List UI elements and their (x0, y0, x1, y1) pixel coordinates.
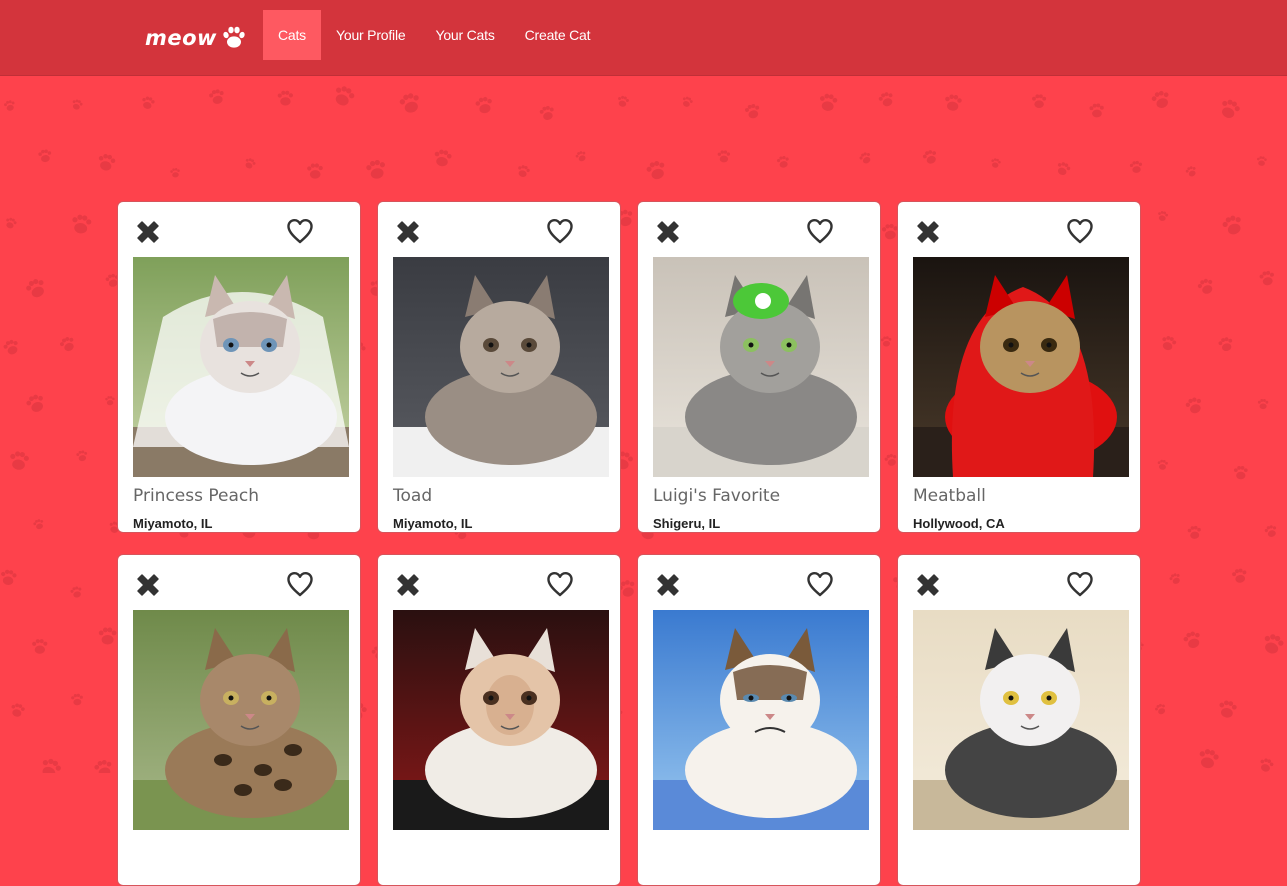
close-icon[interactable] (135, 572, 161, 598)
heart-icon[interactable] (805, 216, 835, 246)
close-icon[interactable] (135, 219, 161, 245)
cat-card (117, 554, 361, 886)
top-navbar: meow Cats Your Profile Your Cats Create … (0, 0, 1287, 76)
cat-photo (393, 257, 609, 477)
heart-icon[interactable] (1065, 569, 1095, 599)
cat-photo (653, 610, 869, 830)
cat-location: Miyamoto, IL (393, 516, 473, 531)
cat-card: Meatball Hollywood, CA (897, 201, 1141, 533)
cat-card (637, 554, 881, 886)
cat-location: Miyamoto, IL (133, 516, 213, 531)
paw-icon (223, 26, 245, 48)
close-icon[interactable] (655, 219, 681, 245)
cat-photo (653, 257, 869, 477)
nav-cats[interactable]: Cats (263, 10, 321, 60)
cat-card: Luigi's Favorite Shigeru, IL (637, 201, 881, 533)
cat-photo (133, 257, 349, 477)
nav-your-cats[interactable]: Your Cats (420, 10, 509, 60)
brand-name: meow (145, 26, 217, 50)
cat-name: Princess Peach (133, 486, 260, 506)
close-icon[interactable] (395, 572, 421, 598)
nav-create-cat[interactable]: Create Cat (510, 10, 606, 60)
main-nav: Cats Your Profile Your Cats Create Cat (263, 10, 605, 60)
brand-logo-link[interactable]: meow (145, 20, 247, 56)
cat-location: Shigeru, IL (653, 516, 721, 531)
heart-icon[interactable] (805, 569, 835, 599)
heart-icon[interactable] (1065, 216, 1095, 246)
nav-your-profile[interactable]: Your Profile (321, 10, 420, 60)
cat-card (377, 554, 621, 886)
close-icon[interactable] (395, 219, 421, 245)
cat-photo (913, 257, 1129, 477)
close-icon[interactable] (915, 219, 941, 245)
heart-icon[interactable] (545, 569, 575, 599)
cat-photo (133, 610, 349, 830)
cat-photo (913, 610, 1129, 830)
heart-icon[interactable] (545, 216, 575, 246)
cat-card: Princess Peach Miyamoto, IL (117, 201, 361, 533)
close-icon[interactable] (655, 572, 681, 598)
cat-location: Hollywood, CA (913, 516, 1005, 531)
cat-card: Toad Miyamoto, IL (377, 201, 621, 533)
heart-icon[interactable] (285, 216, 315, 246)
cat-name: Meatball (913, 486, 986, 506)
cat-name: Luigi's Favorite (653, 486, 781, 506)
close-icon[interactable] (915, 572, 941, 598)
cat-photo (393, 610, 609, 830)
cat-name: Toad (393, 486, 433, 506)
cat-card (897, 554, 1141, 886)
heart-icon[interactable] (285, 569, 315, 599)
